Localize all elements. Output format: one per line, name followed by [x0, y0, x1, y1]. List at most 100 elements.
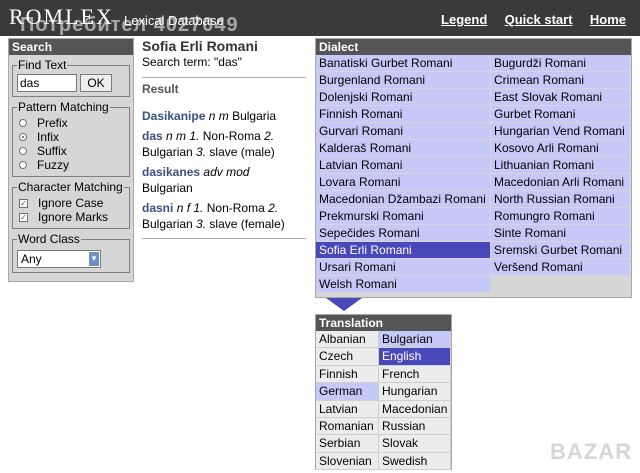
result-area: Sofia Erli Romani Search term: "das" Res…	[142, 38, 306, 239]
gloss: Bulgarian	[142, 217, 193, 231]
dialect-item[interactable]: Romungro Romani	[491, 208, 631, 225]
option-ignore-marks[interactable]: ✓ Ignore Marks	[17, 210, 125, 224]
translation-language-item[interactable]: Romanian	[316, 417, 379, 436]
pattern-option-suffix[interactable]: Suffix	[17, 144, 125, 158]
dialect-item[interactable]: Lithuanian Romani	[491, 157, 631, 174]
character-matching-legend: Character Matching	[18, 180, 123, 194]
chevron-down-icon[interactable]: ▼	[89, 252, 99, 266]
dialect-item[interactable]: Gurvari Romani	[316, 123, 491, 140]
pattern-option-infix[interactable]: Infix	[17, 130, 125, 144]
dialect-item[interactable]: Kalderaš Romani	[316, 140, 491, 157]
sense-number: 3.	[196, 217, 207, 231]
dialect-item[interactable]: Sepečides Romani	[316, 225, 491, 242]
dialect-item[interactable]: Dolenjski Romani	[316, 89, 491, 106]
translation-language-item[interactable]: Latvian	[316, 400, 379, 418]
gloss: Bulgaria	[232, 109, 277, 123]
sense-number: 1.	[189, 129, 200, 143]
gloss: Bulgarian	[142, 145, 193, 159]
translation-language-item[interactable]: Czech	[316, 348, 379, 366]
pattern-option-prefix[interactable]: Prefix	[17, 116, 125, 130]
word-class-group: Word Class Any ▼	[12, 232, 130, 273]
list-item: dasikanes adv mod Bulgarian	[142, 164, 306, 196]
word-class-select[interactable]: Any ▼	[17, 250, 101, 268]
translation-language-item[interactable]: Finnish	[316, 365, 379, 384]
translation-language-item[interactable]: Slovak	[379, 435, 451, 453]
option-label: Ignore Case	[38, 196, 104, 210]
translation-language-item[interactable]: Swedish	[379, 452, 451, 471]
dialect-item[interactable]: North Russian Romani	[491, 191, 631, 208]
radio-suffix[interactable]	[19, 147, 27, 155]
pattern-matching-legend: Pattern Matching	[18, 100, 109, 114]
dialect-item[interactable]: East Slovak Romani	[491, 89, 631, 106]
dialect-item[interactable]: Sremski Gurbet Romani	[491, 242, 631, 259]
dictionary-title: Sofia Erli Romani	[142, 38, 258, 54]
translation-language-item[interactable]: German	[316, 383, 379, 401]
dialect-item[interactable]: Lovara Romani	[316, 174, 491, 191]
part-of-speech: n f	[176, 201, 191, 215]
app-header: ROMLEX Lexical Database Потребител 40270…	[0, 0, 640, 36]
dialect-item[interactable]: Sofia Erli Romani	[316, 242, 491, 259]
nav-link-legend[interactable]: Legend	[441, 12, 487, 27]
radio-prefix[interactable]	[19, 119, 27, 127]
dialect-item[interactable]: Prekmurski Romani	[316, 208, 491, 225]
translation-language-item[interactable]: Slovenian	[316, 452, 379, 471]
top-nav: Legend Quick start Home	[427, 12, 626, 27]
radio-fuzzy[interactable]	[19, 161, 27, 169]
headword-link[interactable]: dasikanes	[142, 165, 200, 179]
sense-number: 2.	[264, 129, 275, 143]
option-ignore-case[interactable]: ✓ Ignore Case	[17, 196, 125, 210]
dialect-item[interactable]: Burgenland Romani	[316, 72, 491, 89]
translation-language-item[interactable]: Hungarian	[379, 383, 451, 401]
dialect-item[interactable]: Sinte Romani	[491, 225, 631, 242]
sense-number: 2.	[268, 201, 279, 215]
search-panel: Search Find Text OK Pattern Matching Pre…	[8, 38, 134, 282]
translation-language-item[interactable]: English	[379, 348, 451, 366]
list-item: dasni n f 1. Non-Roma 2. Bulgarian 3. sl…	[142, 200, 306, 232]
list-item: Dasikanipe n m Bulgaria	[142, 108, 306, 124]
translation-language-item[interactable]: French	[379, 365, 451, 384]
checkbox-ignore-marks[interactable]: ✓	[19, 212, 28, 222]
translation-language-item[interactable]: Serbian	[316, 435, 379, 453]
part-of-speech: adv mod	[203, 165, 250, 179]
dialect-item[interactable]: Kosovo Arli Romani	[491, 140, 631, 157]
pattern-option-label: Prefix	[37, 116, 68, 130]
translation-language-item[interactable]: Macedonian	[379, 400, 451, 418]
dialect-item[interactable]: Latvian Romani	[316, 157, 491, 174]
pattern-option-fuzzy[interactable]: Fuzzy	[17, 158, 125, 172]
dialect-item[interactable]: Macedonian Arli Romani	[491, 174, 631, 191]
nav-link-quick-start[interactable]: Quick start	[505, 12, 573, 27]
ok-button[interactable]: OK	[80, 74, 112, 92]
list-item: das n m 1. Non-Roma 2. Bulgarian 3. slav…	[142, 128, 306, 160]
gloss: slave (female)	[209, 217, 285, 231]
dialect-item[interactable]: Welsh Romani	[316, 276, 491, 293]
part-of-speech: n m	[208, 109, 229, 123]
dialect-item[interactable]: Ursari Romani	[316, 259, 491, 276]
dialect-item[interactable]: Crimean Romani	[491, 72, 631, 89]
divider	[142, 238, 306, 239]
translation-list: Albanian Bulgarian Czech English Finnish Fren…	[316, 331, 451, 471]
nav-link-home[interactable]: Home	[590, 12, 626, 27]
dialect-item[interactable]: Veršend Romani	[491, 259, 631, 276]
find-text-input[interactable]	[17, 74, 77, 92]
headword-link[interactable]: Dasikanipe	[142, 109, 205, 123]
headword-link[interactable]: das	[142, 129, 163, 143]
dialect-item[interactable]: Banatiski Gurbet Romani	[316, 55, 491, 72]
dialect-item[interactable]: Hungarian Vend Romani	[491, 123, 631, 140]
dialect-item[interactable]: Bugurdži Romani	[491, 55, 631, 72]
sense-number: 1.	[193, 201, 204, 215]
headword-link[interactable]: dasni	[142, 201, 173, 215]
part-of-speech: n m	[166, 129, 187, 143]
translation-language-item[interactable]: Russian	[379, 417, 451, 436]
translation-language-item[interactable]: Bulgarian	[379, 331, 451, 349]
dialect-item[interactable]: Finnish Romani	[316, 106, 491, 123]
translation-panel: Translation Albanian Bulgarian Czech Englis…	[315, 314, 452, 471]
checkbox-ignore-case[interactable]: ✓	[19, 198, 28, 208]
dialect-item[interactable]: Gurbet Romani	[491, 106, 631, 123]
translation-language-item[interactable]: Albanian	[316, 331, 379, 349]
find-text-legend: Find Text	[18, 58, 67, 72]
radio-infix[interactable]	[19, 133, 27, 141]
dialect-panel: Dialect Banatiski Gurbet Romani Burgenlan…	[315, 38, 632, 298]
pattern-option-label: Suffix	[37, 144, 67, 158]
dialect-item[interactable]: Macedonian Džambazi Romani	[316, 191, 491, 208]
character-matching-group: Character Matching ✓ Ignore Case ✓ Ignore …	[12, 180, 130, 229]
